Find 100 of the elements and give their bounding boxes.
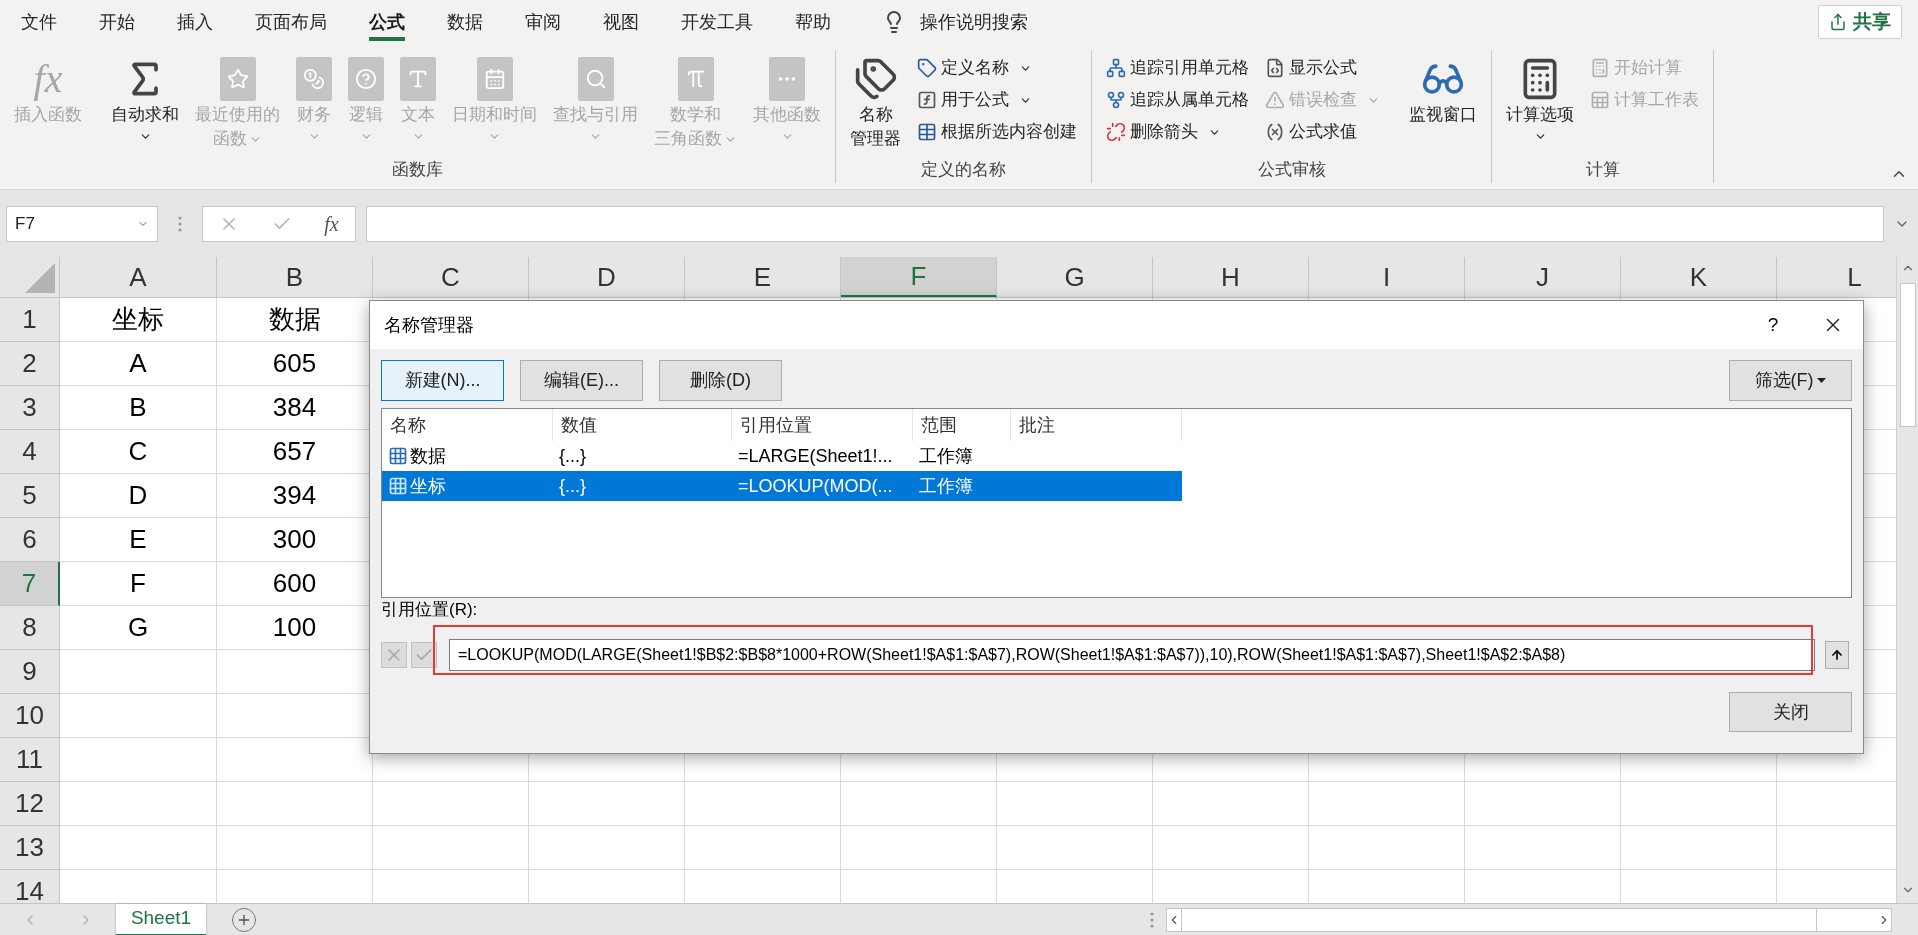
- ribbon-button[interactable]: 删除箭头: [1102, 116, 1253, 148]
- column-header[interactable]: I: [1309, 257, 1465, 297]
- dialog-button[interactable]: 新建(N)...: [381, 360, 504, 401]
- row-header[interactable]: 13: [0, 826, 60, 870]
- table-cell[interactable]: A: [60, 342, 217, 386]
- name-row[interactable]: 坐标 {...} =LOOKUP(MOD(... 工作簿: [382, 471, 1182, 501]
- row-header[interactable]: 14: [0, 870, 60, 903]
- tell-me-search[interactable]: 操作说明搜索: [882, 8, 1028, 36]
- ribbon-button[interactable]: 定义名称: [913, 52, 1081, 84]
- table-cell[interactable]: [1621, 826, 1777, 870]
- table-cell[interactable]: [373, 782, 529, 826]
- table-cell[interactable]: [60, 650, 217, 694]
- column-header[interactable]: K: [1621, 257, 1777, 297]
- table-cell[interactable]: [1309, 782, 1465, 826]
- row-header[interactable]: 3: [0, 386, 60, 430]
- ribbon-button[interactable]: 名称 管理器: [842, 50, 909, 150]
- table-cell[interactable]: [373, 826, 529, 870]
- table-cell[interactable]: D: [60, 474, 217, 518]
- ribbon-button[interactable]: 根据所选内容创建: [913, 116, 1081, 148]
- ribbon-button[interactable]: 监视窗口: [1401, 50, 1485, 126]
- list-column-header[interactable]: 数值: [553, 409, 732, 441]
- scrollbar-thumb[interactable]: [1181, 908, 1817, 931]
- menu-tab[interactable]: 插入: [156, 0, 234, 44]
- table-cell[interactable]: G: [60, 606, 217, 650]
- table-cell[interactable]: [1309, 826, 1465, 870]
- menu-tab[interactable]: 文件: [0, 0, 78, 44]
- table-cell[interactable]: [997, 782, 1153, 826]
- ribbon-button[interactable]: 显示公式: [1261, 52, 1384, 84]
- row-header[interactable]: 2: [0, 342, 60, 386]
- row-header[interactable]: 5: [0, 474, 60, 518]
- dialog-button[interactable]: 编辑(E)...: [520, 360, 643, 401]
- list-column-header[interactable]: 引用位置: [732, 409, 913, 441]
- table-cell[interactable]: [841, 826, 997, 870]
- ribbon-button[interactable]: 用于公式: [913, 84, 1081, 116]
- confirm-button[interactable]: [411, 642, 437, 668]
- menu-tab[interactable]: 数据: [426, 0, 504, 44]
- table-cell[interactable]: [60, 782, 217, 826]
- table-cell[interactable]: [997, 826, 1153, 870]
- table-cell[interactable]: [1465, 826, 1621, 870]
- share-button[interactable]: 共享: [1818, 5, 1902, 39]
- refers-to-field[interactable]: =LOOKUP(MOD(LARGE(Sheet1!$B$2:$B$8*1000+ROW(Sheet1!$A$1:$A$7),ROW(Sheet1!$A$1:$A$7)),10),ROW(Sheet1!$A$1:$A$7),Sheet1!$A$2:$A$8): [449, 639, 1815, 671]
- table-cell[interactable]: [217, 782, 373, 826]
- collapse-dialog-button[interactable]: [1825, 641, 1849, 669]
- column-header[interactable]: B: [217, 257, 373, 297]
- menu-tab[interactable]: 帮助: [774, 0, 852, 44]
- name-row[interactable]: 数据 {...} =LARGE(Sheet1!... 工作簿: [382, 441, 1182, 471]
- help-button[interactable]: ?: [1743, 301, 1803, 349]
- menu-tab[interactable]: 开始: [78, 0, 156, 44]
- table-cell[interactable]: [60, 738, 217, 782]
- table-cell[interactable]: F: [60, 562, 217, 606]
- table-cell[interactable]: B: [60, 386, 217, 430]
- close-dialog-button[interactable]: 关闭: [1729, 692, 1852, 732]
- ribbon-button[interactable]: 自动求和: [103, 50, 187, 143]
- table-cell[interactable]: [529, 782, 685, 826]
- insert-function-button[interactable]: fx: [324, 208, 339, 239]
- menu-tab[interactable]: 审阅: [504, 0, 582, 44]
- row-header[interactable]: 10: [0, 694, 60, 738]
- table-cell[interactable]: [685, 782, 841, 826]
- row-header[interactable]: 1: [0, 298, 60, 342]
- menu-tab[interactable]: 开发工具: [660, 0, 774, 44]
- column-header[interactable]: G: [997, 257, 1153, 297]
- table-cell[interactable]: C: [60, 430, 217, 474]
- column-header[interactable]: D: [529, 257, 685, 297]
- list-column-header[interactable]: 名称: [382, 409, 553, 441]
- column-header[interactable]: J: [1465, 257, 1621, 297]
- list-column-header[interactable]: 范围: [913, 409, 1011, 441]
- table-cell[interactable]: [1465, 782, 1621, 826]
- column-header[interactable]: H: [1153, 257, 1309, 297]
- row-header[interactable]: 6: [0, 518, 60, 562]
- ribbon-button[interactable]: 公式求值: [1261, 116, 1384, 148]
- table-cell[interactable]: [685, 826, 841, 870]
- table-cell[interactable]: E: [60, 518, 217, 562]
- ribbon-button[interactable]: 计算选项: [1498, 50, 1582, 143]
- table-cell[interactable]: [841, 782, 997, 826]
- table-cell[interactable]: [1153, 782, 1309, 826]
- table-cell[interactable]: [1153, 826, 1309, 870]
- menu-tab[interactable]: 公式: [348, 0, 426, 44]
- row-header[interactable]: 12: [0, 782, 60, 826]
- ribbon-button[interactable]: 追踪引用单元格: [1102, 52, 1253, 84]
- table-cell[interactable]: [217, 826, 373, 870]
- column-header[interactable]: F: [841, 257, 997, 297]
- sheet-tab[interactable]: Sheet1: [116, 903, 206, 935]
- row-header[interactable]: 9: [0, 650, 60, 694]
- formula-input[interactable]: [366, 205, 1884, 242]
- table-cell[interactable]: [529, 826, 685, 870]
- cancel-button[interactable]: [381, 642, 407, 668]
- table-cell[interactable]: [60, 826, 217, 870]
- select-all-icon[interactable]: [25, 263, 55, 293]
- table-cell[interactable]: 坐标: [60, 298, 217, 342]
- scrollbar-thumb[interactable]: [1899, 283, 1916, 427]
- menu-tab[interactable]: 页面布局: [234, 0, 348, 44]
- row-header[interactable]: 8: [0, 606, 60, 650]
- table-cell[interactable]: [60, 694, 217, 738]
- name-box[interactable]: F7: [6, 205, 158, 242]
- table-cell[interactable]: [1621, 782, 1777, 826]
- ribbon-button[interactable]: 追踪从属单元格: [1102, 84, 1253, 116]
- row-header[interactable]: 11: [0, 738, 60, 782]
- menu-tab[interactable]: 视图: [582, 0, 660, 44]
- column-header[interactable]: A: [60, 257, 217, 297]
- dialog-button[interactable]: 删除(D): [659, 360, 782, 401]
